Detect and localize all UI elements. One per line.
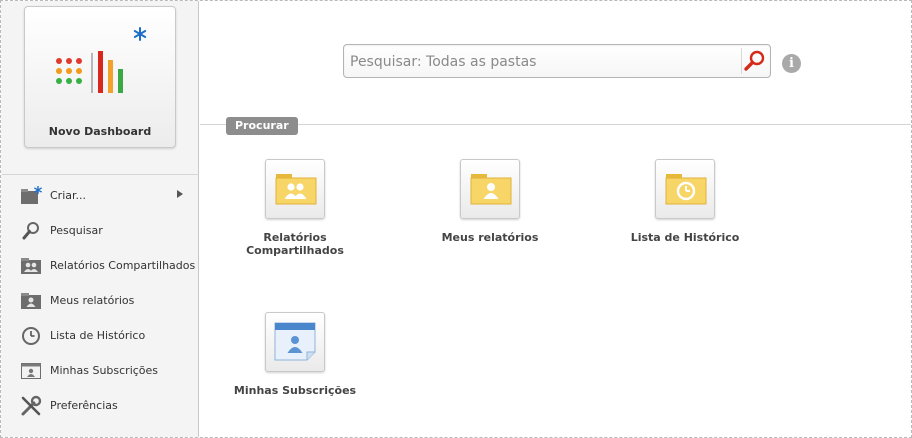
preferences-icon	[20, 395, 42, 416]
search-input[interactable]	[350, 51, 730, 73]
shared-reports-folder-icon	[265, 159, 325, 219]
sidebar-item-label: Pesquisar	[50, 224, 103, 237]
search-button[interactable]	[741, 48, 767, 74]
sidebar-item-create[interactable]: Criar...	[2, 178, 199, 213]
browse-section-label: Procurar	[226, 117, 298, 135]
dashboard-chart-icon	[56, 51, 123, 93]
tile-label: Relatórios Compartilhados	[246, 231, 344, 257]
subscriptions-icon	[265, 312, 325, 372]
search-icon	[20, 221, 42, 241]
search-box	[343, 44, 771, 78]
browse-divider	[200, 124, 911, 125]
sidebar-item-search[interactable]: Pesquisar	[2, 213, 199, 248]
sidebar-item-label: Meus relatórios	[50, 294, 135, 307]
tile-label: Meus relatórios	[441, 231, 539, 244]
sidebar-item-preferences[interactable]: Preferências	[2, 388, 199, 423]
tile-history-list[interactable]: Lista de Histórico	[605, 159, 765, 244]
search-icon	[744, 50, 765, 71]
new-dashboard-button[interactable]: Novo Dashboard	[24, 6, 176, 148]
submenu-arrow-icon	[177, 190, 183, 198]
tile-label: Lista de Histórico	[630, 231, 740, 244]
history-icon	[20, 326, 42, 346]
sidebar-item-label: Lista de Histórico	[50, 329, 146, 342]
tile-shared-reports[interactable]: Relatórios Compartilhados	[215, 159, 375, 257]
subscriptions-icon	[20, 361, 42, 381]
sidebar-item-label: Minhas Subscrições	[50, 364, 159, 377]
sidebar-menu: Criar... Pesquisar Relatórios Compartilh…	[2, 178, 199, 423]
sidebar-divider	[2, 174, 199, 175]
my-reports-icon	[20, 291, 42, 311]
tile-my-subscriptions[interactable]: Minhas Subscrições	[215, 312, 375, 397]
tile-my-reports[interactable]: Meus relatórios	[410, 159, 570, 244]
new-star-icon	[133, 27, 147, 41]
sidebar-item-history[interactable]: Lista de Histórico	[2, 318, 199, 353]
sidebar-item-my-reports[interactable]: Meus relatórios	[2, 283, 199, 318]
new-dashboard-label: Novo Dashboard	[48, 125, 152, 138]
sidebar-item-shared-reports[interactable]: Relatórios Compartilhados	[2, 248, 199, 283]
sidebar: Novo Dashboard Criar... Pesquisar Relató…	[1, 1, 199, 437]
shared-reports-icon	[20, 256, 42, 276]
my-reports-folder-icon	[460, 159, 520, 219]
create-folder-icon	[20, 185, 42, 206]
tile-label: Minhas Subscrições	[233, 384, 357, 397]
history-folder-icon	[655, 159, 715, 219]
sidebar-item-label: Preferências	[50, 399, 118, 412]
sidebar-item-label: Relatórios Compartilhados	[50, 259, 196, 272]
sidebar-item-label: Criar...	[50, 189, 87, 202]
info-icon[interactable]: i	[782, 54, 801, 73]
sidebar-item-subscriptions[interactable]: Minhas Subscrições	[2, 353, 199, 388]
